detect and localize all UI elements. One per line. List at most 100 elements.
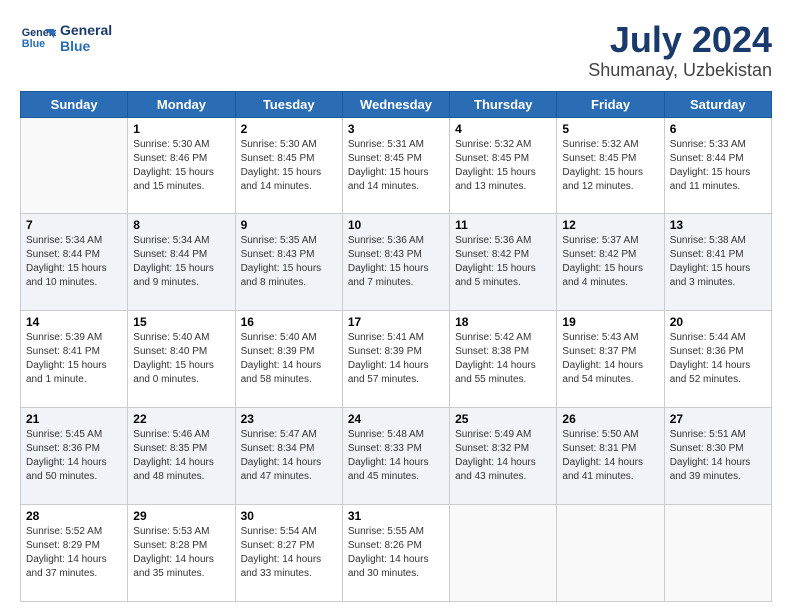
day-header-tuesday: Tuesday	[235, 91, 342, 117]
cell-line: and 41 minutes.	[562, 471, 633, 482]
cell-line: Sunrise: 5:46 AM	[133, 429, 209, 440]
day-number: 26	[562, 412, 658, 426]
cell-line: Sunrise: 5:33 AM	[670, 139, 746, 150]
day-number: 18	[455, 315, 551, 329]
day-number: 16	[241, 315, 337, 329]
calendar-cell: 16Sunrise: 5:40 AMSunset: 8:39 PMDayligh…	[235, 311, 342, 408]
day-number: 25	[455, 412, 551, 426]
cell-line: Sunrise: 5:52 AM	[26, 526, 102, 537]
cell-line: Sunset: 8:36 PM	[26, 443, 100, 454]
cell-line: Sunrise: 5:31 AM	[348, 139, 424, 150]
cell-line: Daylight: 15 hours	[562, 167, 643, 178]
day-number: 12	[562, 218, 658, 232]
week-row-2: 7Sunrise: 5:34 AMSunset: 8:44 PMDaylight…	[21, 214, 772, 311]
week-row-3: 14Sunrise: 5:39 AMSunset: 8:41 PMDayligh…	[21, 311, 772, 408]
logo: General Blue General Blue	[20, 20, 112, 56]
cell-info: Sunrise: 5:51 AMSunset: 8:30 PMDaylight:…	[670, 428, 766, 484]
cell-line: Daylight: 14 hours	[562, 457, 643, 468]
cell-line: Sunset: 8:38 PM	[455, 346, 529, 357]
calendar-cell: 22Sunrise: 5:46 AMSunset: 8:35 PMDayligh…	[128, 408, 235, 505]
day-header-saturday: Saturday	[664, 91, 771, 117]
calendar-cell: 8Sunrise: 5:34 AMSunset: 8:44 PMDaylight…	[128, 214, 235, 311]
cell-info: Sunrise: 5:34 AMSunset: 8:44 PMDaylight:…	[26, 234, 122, 290]
day-header-monday: Monday	[128, 91, 235, 117]
cell-line: Daylight: 14 hours	[241, 360, 322, 371]
cell-line: Sunset: 8:28 PM	[133, 540, 207, 551]
page-subtitle: Shumanay, Uzbekistan	[588, 60, 772, 81]
calendar-cell: 27Sunrise: 5:51 AMSunset: 8:30 PMDayligh…	[664, 408, 771, 505]
cell-line: Daylight: 15 hours	[26, 360, 107, 371]
day-number: 1	[133, 122, 229, 136]
cell-line: Sunset: 8:44 PM	[670, 153, 744, 164]
calendar-cell: 21Sunrise: 5:45 AMSunset: 8:36 PMDayligh…	[21, 408, 128, 505]
cell-line: Sunrise: 5:50 AM	[562, 429, 638, 440]
day-number: 21	[26, 412, 122, 426]
cell-info: Sunrise: 5:47 AMSunset: 8:34 PMDaylight:…	[241, 428, 337, 484]
cell-line: Sunset: 8:26 PM	[348, 540, 422, 551]
cell-line: Sunset: 8:39 PM	[348, 346, 422, 357]
cell-line: Daylight: 14 hours	[670, 457, 751, 468]
svg-text:Blue: Blue	[22, 38, 45, 50]
day-number: 2	[241, 122, 337, 136]
day-number: 22	[133, 412, 229, 426]
cell-info: Sunrise: 5:43 AMSunset: 8:37 PMDaylight:…	[562, 331, 658, 387]
cell-info: Sunrise: 5:40 AMSunset: 8:40 PMDaylight:…	[133, 331, 229, 387]
cell-line: Daylight: 14 hours	[348, 360, 429, 371]
cell-line: Sunrise: 5:53 AM	[133, 526, 209, 537]
logo-text-general: General	[60, 22, 112, 38]
calendar-cell: 24Sunrise: 5:48 AMSunset: 8:33 PMDayligh…	[342, 408, 449, 505]
cell-info: Sunrise: 5:45 AMSunset: 8:36 PMDaylight:…	[26, 428, 122, 484]
cell-line: Sunrise: 5:39 AM	[26, 332, 102, 343]
page-title: July 2024	[588, 20, 772, 60]
cell-line: Sunset: 8:41 PM	[26, 346, 100, 357]
cell-info: Sunrise: 5:32 AMSunset: 8:45 PMDaylight:…	[455, 138, 551, 194]
calendar-cell	[21, 117, 128, 214]
cell-line: and 57 minutes.	[348, 374, 419, 385]
calendar-cell: 5Sunrise: 5:32 AMSunset: 8:45 PMDaylight…	[557, 117, 664, 214]
cell-line: and 48 minutes.	[133, 471, 204, 482]
calendar-body: 1Sunrise: 5:30 AMSunset: 8:46 PMDaylight…	[21, 117, 772, 601]
cell-line: Sunset: 8:29 PM	[26, 540, 100, 551]
cell-line: and 12 minutes.	[562, 181, 633, 192]
cell-line: Daylight: 14 hours	[26, 554, 107, 565]
day-number: 28	[26, 509, 122, 523]
cell-info: Sunrise: 5:31 AMSunset: 8:45 PMDaylight:…	[348, 138, 444, 194]
calendar-cell: 19Sunrise: 5:43 AMSunset: 8:37 PMDayligh…	[557, 311, 664, 408]
cell-line: Sunset: 8:45 PM	[241, 153, 315, 164]
cell-line: Sunset: 8:37 PM	[562, 346, 636, 357]
cell-line: and 43 minutes.	[455, 471, 526, 482]
cell-line: and 39 minutes.	[670, 471, 741, 482]
cell-line: Sunrise: 5:32 AM	[455, 139, 531, 150]
cell-line: Sunset: 8:43 PM	[348, 249, 422, 260]
cell-line: Sunrise: 5:36 AM	[348, 235, 424, 246]
cell-line: Daylight: 15 hours	[455, 263, 536, 274]
header: General Blue General Blue July 2024 Shum…	[20, 20, 772, 81]
day-header-thursday: Thursday	[450, 91, 557, 117]
cell-line: and 7 minutes.	[348, 277, 414, 288]
cell-line: and 30 minutes.	[348, 568, 419, 579]
cell-line: Sunset: 8:36 PM	[670, 346, 744, 357]
cell-line: Daylight: 14 hours	[455, 457, 536, 468]
cell-line: Sunset: 8:42 PM	[455, 249, 529, 260]
calendar-cell: 6Sunrise: 5:33 AMSunset: 8:44 PMDaylight…	[664, 117, 771, 214]
cell-line: Sunrise: 5:38 AM	[670, 235, 746, 246]
cell-line: Sunrise: 5:45 AM	[26, 429, 102, 440]
cell-line: Sunrise: 5:41 AM	[348, 332, 424, 343]
cell-info: Sunrise: 5:35 AMSunset: 8:43 PMDaylight:…	[241, 234, 337, 290]
cell-info: Sunrise: 5:50 AMSunset: 8:31 PMDaylight:…	[562, 428, 658, 484]
day-number: 20	[670, 315, 766, 329]
day-number: 8	[133, 218, 229, 232]
cell-line: Daylight: 15 hours	[133, 263, 214, 274]
cell-line: and 5 minutes.	[455, 277, 521, 288]
cell-line: Sunset: 8:45 PM	[562, 153, 636, 164]
cell-line: Sunset: 8:27 PM	[241, 540, 315, 551]
cell-line: Sunrise: 5:30 AM	[133, 139, 209, 150]
calendar-cell: 17Sunrise: 5:41 AMSunset: 8:39 PMDayligh…	[342, 311, 449, 408]
calendar-cell: 10Sunrise: 5:36 AMSunset: 8:43 PMDayligh…	[342, 214, 449, 311]
calendar-cell	[557, 505, 664, 602]
title-block: July 2024 Shumanay, Uzbekistan	[588, 20, 772, 81]
cell-line: Daylight: 15 hours	[348, 263, 429, 274]
cell-line: Daylight: 14 hours	[133, 554, 214, 565]
cell-line: Daylight: 15 hours	[133, 167, 214, 178]
cell-line: Sunset: 8:42 PM	[562, 249, 636, 260]
